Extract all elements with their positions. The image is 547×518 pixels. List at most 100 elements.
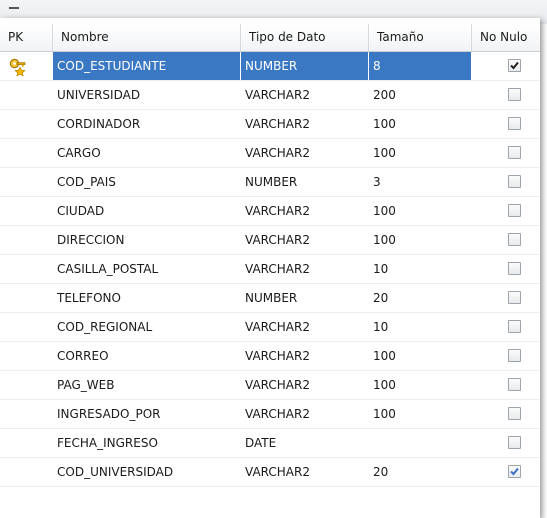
pk-cell[interactable] [0, 197, 52, 225]
tamano-cell[interactable]: 20 [369, 458, 471, 486]
no-nulo-checkbox[interactable] [508, 233, 521, 246]
pk-cell[interactable] [0, 255, 52, 283]
tamano-cell[interactable]: 8 [369, 52, 471, 80]
pk-cell[interactable] [0, 284, 52, 312]
tipo-de-dato-cell[interactable]: VARCHAR2 [241, 139, 368, 167]
no-nulo-checkbox[interactable] [508, 407, 521, 420]
no-nulo-checkbox[interactable] [508, 262, 521, 275]
table-row[interactable]: CARGO VARCHAR2 100 [0, 139, 540, 168]
table-row[interactable]: CIUDAD VARCHAR2 100 [0, 197, 540, 226]
tipo-de-dato-cell[interactable]: VARCHAR2 [241, 81, 368, 109]
nombre-cell[interactable]: COD_UNIVERSIDAD [53, 458, 240, 486]
no-nulo-checkbox[interactable] [508, 320, 521, 333]
column-header-tipo-de-dato[interactable]: Tipo de Dato [241, 24, 369, 51]
table-row[interactable]: CORREO VARCHAR2 100 [0, 342, 540, 371]
nombre-cell[interactable]: CARGO [53, 139, 240, 167]
tamano-cell[interactable]: 20 [369, 284, 471, 312]
pk-cell[interactable] [0, 52, 52, 80]
tamano-cell[interactable]: 100 [369, 371, 471, 399]
tamano-cell[interactable]: 3 [369, 168, 471, 196]
tipo-de-dato-cell[interactable]: VARCHAR2 [241, 342, 368, 370]
no-nulo-checkbox[interactable] [508, 204, 521, 217]
nombre-cell[interactable]: CORDINADOR [53, 110, 240, 138]
table-row[interactable]: COD_ESTUDIANTE NUMBER 8 [0, 52, 540, 81]
tipo-de-dato-cell[interactable]: VARCHAR2 [241, 371, 368, 399]
no-nulo-checkbox[interactable] [508, 378, 521, 391]
tipo-de-dato-cell[interactable]: VARCHAR2 [241, 197, 368, 225]
table-row[interactable]: DIRECCION VARCHAR2 100 [0, 226, 540, 255]
tipo-de-dato-cell[interactable]: DATE [241, 429, 368, 457]
no-nulo-cell [472, 429, 540, 457]
table-row[interactable]: UNIVERSIDAD VARCHAR2 200 [0, 81, 540, 110]
tamano-cell[interactable] [369, 429, 471, 457]
tamano-cell[interactable]: 100 [369, 110, 471, 138]
table-row[interactable]: CASILLA_POSTAL VARCHAR2 10 [0, 255, 540, 284]
nombre-cell[interactable]: TELEFONO [53, 284, 240, 312]
tipo-de-dato-cell[interactable]: VARCHAR2 [241, 110, 368, 138]
column-header-pk[interactable]: PK [0, 24, 53, 51]
nombre-cell[interactable]: COD_REGIONAL [53, 313, 240, 341]
tipo-de-dato-cell[interactable]: NUMBER [241, 52, 368, 80]
pk-cell[interactable] [0, 458, 52, 486]
tamano-cell[interactable]: 100 [369, 139, 471, 167]
no-nulo-checkbox[interactable] [508, 117, 521, 130]
nombre-cell[interactable]: PAG_WEB [53, 371, 240, 399]
no-nulo-cell [472, 168, 540, 196]
nombre-cell[interactable]: COD_ESTUDIANTE [53, 52, 240, 80]
table-row[interactable]: CORDINADOR VARCHAR2 100 [0, 110, 540, 139]
no-nulo-checkbox[interactable] [508, 88, 521, 101]
nombre-cell[interactable]: COD_PAIS [53, 168, 240, 196]
table-row[interactable]: COD_UNIVERSIDAD VARCHAR2 20 [0, 458, 540, 487]
table-row[interactable]: INGRESADO_POR VARCHAR2 100 [0, 400, 540, 429]
table-row[interactable]: COD_PAIS NUMBER 3 [0, 168, 540, 197]
minimize-icon[interactable] [9, 7, 19, 9]
table-row[interactable]: PAG_WEB VARCHAR2 100 [0, 371, 540, 400]
no-nulo-checkbox[interactable] [508, 146, 521, 159]
no-nulo-cell [472, 400, 540, 428]
nombre-cell[interactable]: CASILLA_POSTAL [53, 255, 240, 283]
nombre-cell[interactable]: CORREO [53, 342, 240, 370]
tamano-cell[interactable]: 10 [369, 313, 471, 341]
pk-cell[interactable] [0, 226, 52, 254]
tipo-de-dato-cell[interactable]: VARCHAR2 [241, 400, 368, 428]
pk-cell[interactable] [0, 342, 52, 370]
pk-cell[interactable] [0, 168, 52, 196]
tipo-de-dato-cell[interactable]: NUMBER [241, 168, 368, 196]
column-header-tamano[interactable]: Tamaño [369, 24, 472, 51]
tamano-cell[interactable]: 10 [369, 255, 471, 283]
nombre-cell[interactable]: DIRECCION [53, 226, 240, 254]
pk-cell[interactable] [0, 400, 52, 428]
nombre-cell[interactable]: INGRESADO_POR [53, 400, 240, 428]
tipo-de-dato-cell[interactable]: VARCHAR2 [241, 226, 368, 254]
tamano-cell[interactable]: 100 [369, 226, 471, 254]
tipo-de-dato-cell[interactable]: VARCHAR2 [241, 255, 368, 283]
no-nulo-checkbox[interactable] [508, 436, 521, 449]
pk-cell[interactable] [0, 429, 52, 457]
column-header-no-nulo[interactable]: No Nulo [472, 24, 540, 51]
no-nulo-checkbox[interactable] [508, 175, 521, 188]
nombre-cell[interactable]: FECHA_INGRESO [53, 429, 240, 457]
pk-cell[interactable] [0, 81, 52, 109]
grid-header: PK Nombre Tipo de Dato Tamaño No Nulo [0, 24, 540, 52]
table-row[interactable]: TELEFONO NUMBER 20 [0, 284, 540, 313]
pk-cell[interactable] [0, 371, 52, 399]
column-header-nombre[interactable]: Nombre [53, 24, 241, 51]
nombre-cell[interactable]: UNIVERSIDAD [53, 81, 240, 109]
no-nulo-checkbox[interactable] [508, 59, 521, 72]
no-nulo-checkbox[interactable] [508, 291, 521, 304]
pk-cell[interactable] [0, 139, 52, 167]
tamano-cell[interactable]: 100 [369, 342, 471, 370]
pk-cell[interactable] [0, 110, 52, 138]
table-row[interactable]: FECHA_INGRESO DATE [0, 429, 540, 458]
tamano-cell[interactable]: 100 [369, 197, 471, 225]
table-row[interactable]: COD_REGIONAL VARCHAR2 10 [0, 313, 540, 342]
no-nulo-checkbox[interactable] [508, 349, 521, 362]
tipo-de-dato-cell[interactable]: NUMBER [241, 284, 368, 312]
tamano-cell[interactable]: 100 [369, 400, 471, 428]
nombre-cell[interactable]: CIUDAD [53, 197, 240, 225]
no-nulo-checkbox[interactable] [508, 465, 521, 478]
tipo-de-dato-cell[interactable]: VARCHAR2 [241, 458, 368, 486]
pk-cell[interactable] [0, 313, 52, 341]
tipo-de-dato-cell[interactable]: VARCHAR2 [241, 313, 368, 341]
tamano-cell[interactable]: 200 [369, 81, 471, 109]
